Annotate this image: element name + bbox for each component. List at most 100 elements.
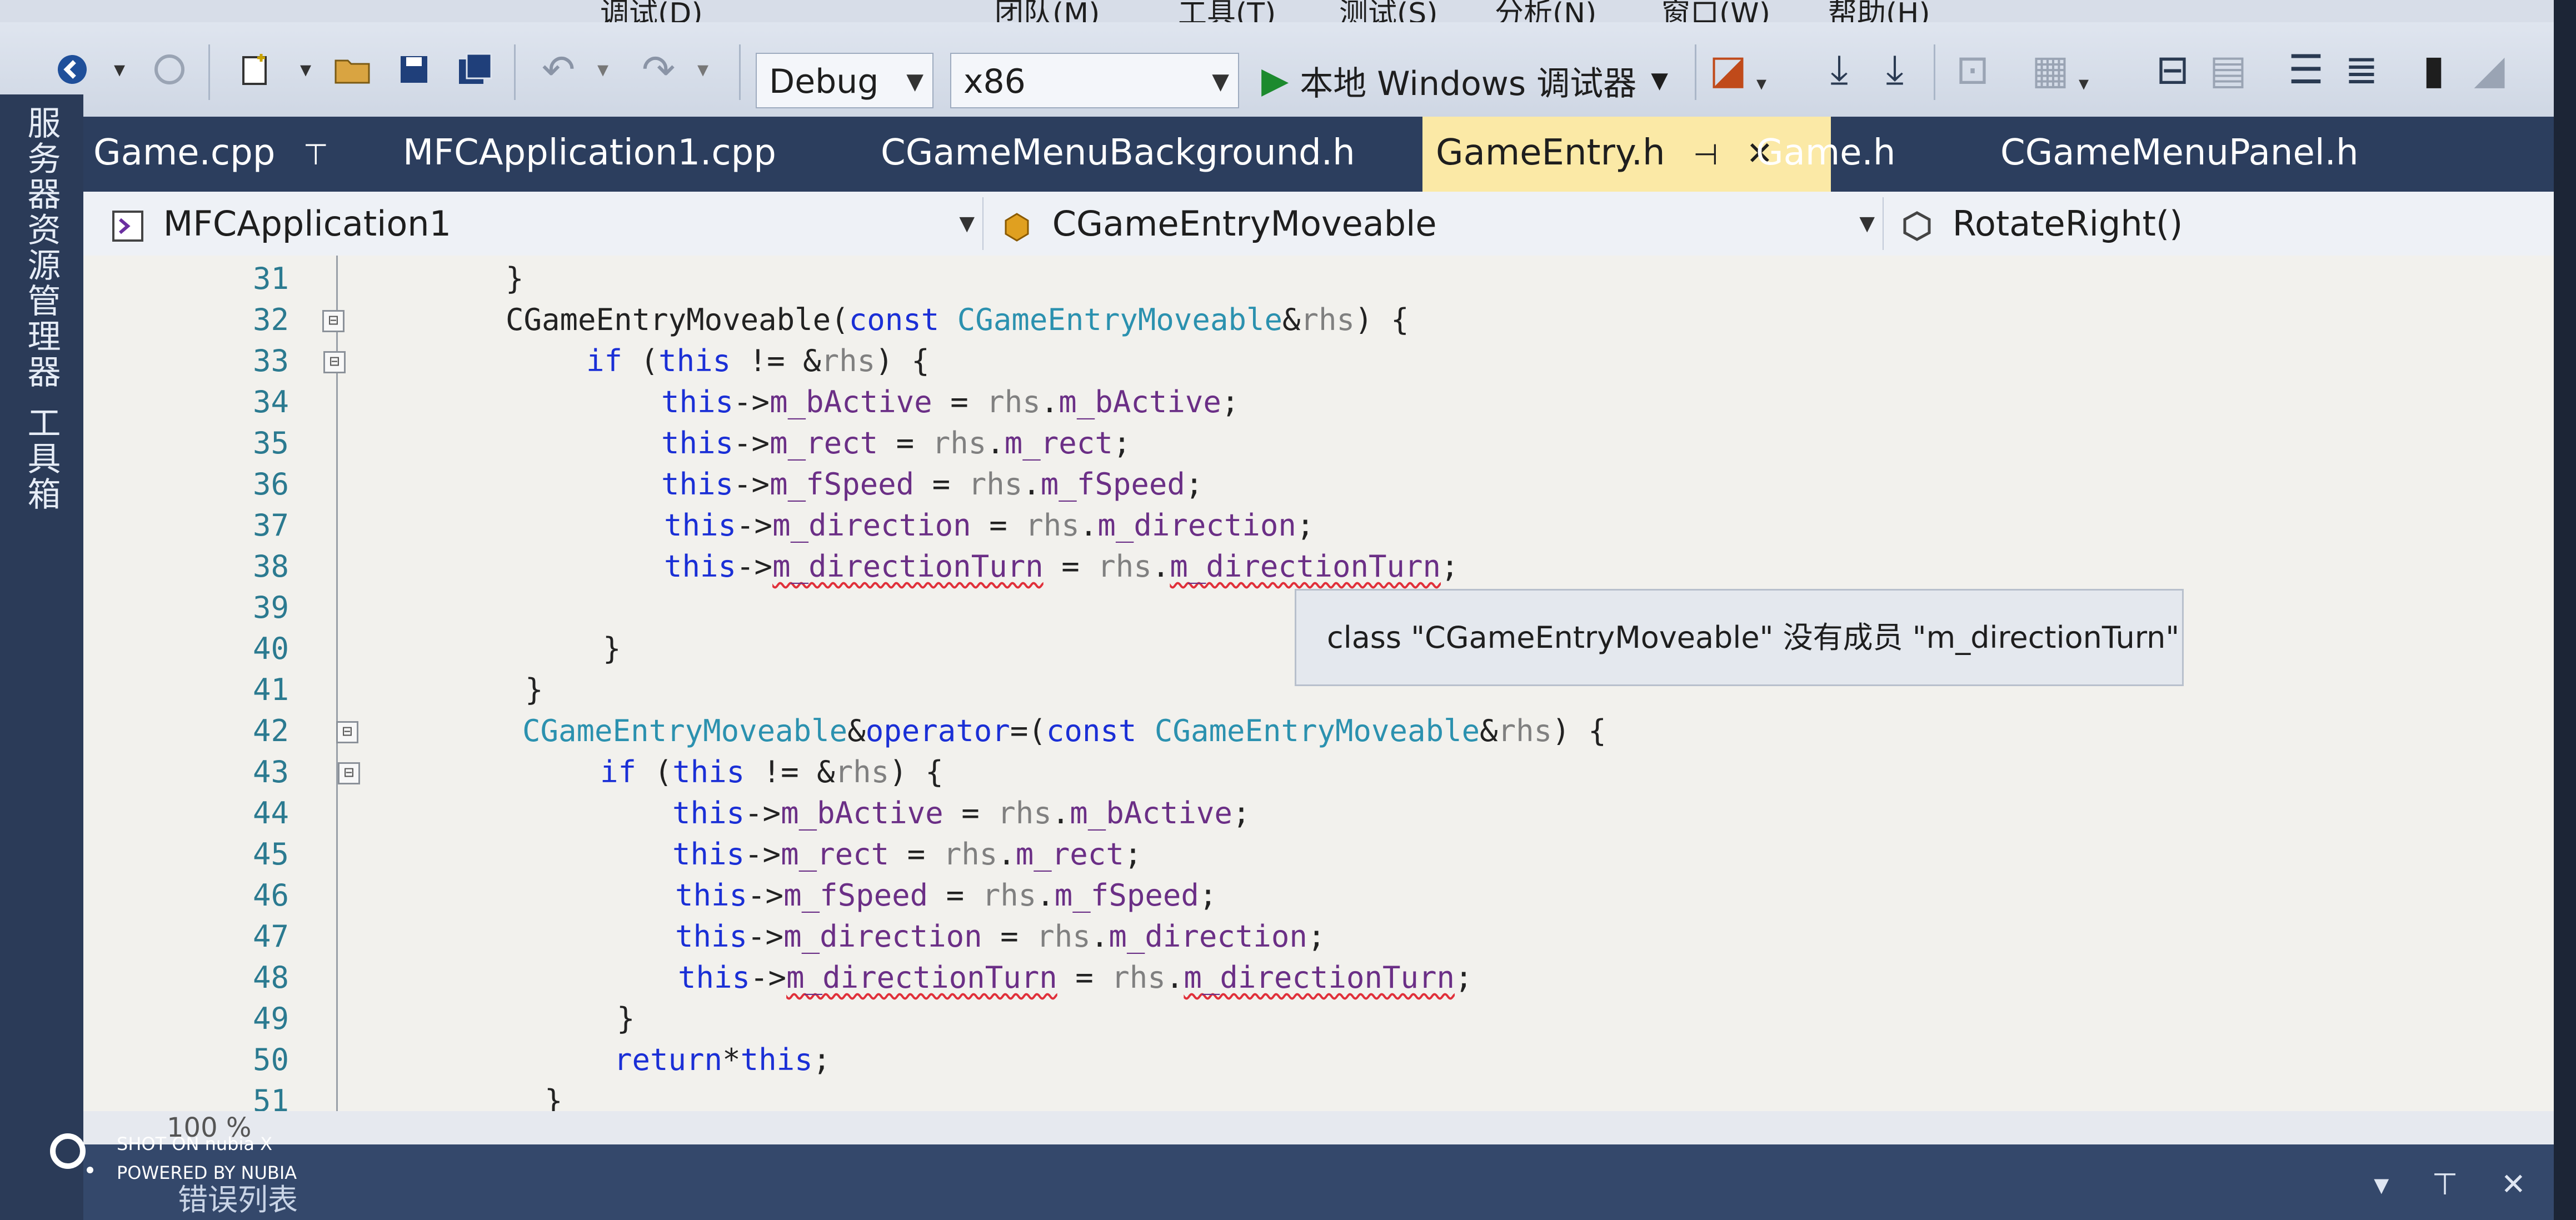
platform-select[interactable]: x86 ▼ (950, 53, 1239, 108)
line-number: 47 (252, 919, 289, 954)
code-token: ; (1307, 919, 1326, 954)
collapse-icon[interactable]: ⊟ (338, 762, 360, 784)
code-token: this (664, 508, 737, 543)
code-line[interactable]: 31} (83, 259, 2576, 299)
tab-game-h[interactable]: Game.h (1756, 117, 1895, 192)
tab-cgamemenupanel-h[interactable]: CGameMenuPanel.h (2000, 117, 2359, 192)
code-token: != & (745, 754, 835, 789)
window-icon[interactable]: ▤ (2206, 39, 2250, 100)
tab-cgamemenubackground-h[interactable]: CGameMenuBackground.h (881, 117, 1355, 192)
code-token: } (617, 1001, 635, 1036)
code-token: rhs (1111, 960, 1166, 995)
code-text: this->m_direction = rhs.m_direction; (664, 506, 1314, 546)
code-token: rhs (943, 837, 998, 872)
code-line[interactable]: 46 this->m_fSpeed = rhs.m_fSpeed; (83, 876, 2576, 916)
code-token: m_bActive (1059, 384, 1221, 419)
code-token: ; (1455, 960, 1473, 995)
line-number: 44 (252, 796, 289, 831)
overflow-dropdown-icon[interactable]: ▾ (2073, 61, 2095, 106)
code-token: ; (1296, 508, 1315, 543)
step-over-icon[interactable]: ⤓ (1873, 39, 1917, 100)
code-token: -> (747, 878, 784, 913)
next-bookmark-icon[interactable]: ◢ (2467, 39, 2512, 100)
bookmark-icon[interactable]: ▮ (2412, 39, 2456, 100)
pin-icon[interactable]: ⊤ (303, 138, 328, 172)
code-line[interactable]: 43 ⊟ if (this != &rhs) { (83, 752, 2576, 792)
method-icon (1903, 211, 1931, 241)
toolbox-tab[interactable]: 工具箱 (21, 406, 66, 512)
code-text: if (this != &rhs) { (586, 341, 930, 381)
code-line[interactable]: 37 this->m_direction = rhs.m_direction; (83, 506, 2576, 546)
code-line[interactable]: 36 this->m_fSpeed = rhs.m_fSpeed; (83, 464, 2576, 504)
tab-game-cpp[interactable]: Game.cpp ⊤ (93, 117, 328, 192)
breakpoint-icon[interactable]: ⊡ (1950, 39, 1995, 100)
code-token: ; (1199, 878, 1217, 913)
start-debugging-button[interactable]: ▶ 本地 Windows 调试器 ▼ (1261, 53, 1668, 108)
code-token: ; (1232, 796, 1251, 831)
code-token: = (943, 796, 998, 831)
configuration-value: Debug (769, 62, 879, 101)
code-line[interactable]: 45 this->m_rect = rhs.m_rect; (83, 834, 2576, 874)
new-project-icon[interactable] (233, 39, 278, 100)
panel-window-buttons[interactable]: ▾ ⊤ ✕ (2374, 1167, 2543, 1202)
project-dropdown[interactable]: MFCApplication1 ▼ (94, 197, 984, 250)
member-dropdown[interactable]: RotateRight() (1884, 197, 2550, 250)
line-number: 33 (252, 343, 289, 378)
back-dropdown-icon[interactable]: ▾ (108, 39, 131, 100)
format-icon[interactable]: ⊟ (2150, 39, 2195, 100)
new-dropdown-icon[interactable]: ▾ (294, 39, 317, 100)
find-icon[interactable]: ◪ (1706, 39, 1750, 100)
code-line[interactable]: 34 this->m_bActive = rhs.m_bActive; (83, 382, 2576, 422)
uncomment-icon[interactable]: ≣ (2339, 39, 2384, 100)
code-line[interactable]: 50 return*this; (83, 1040, 2576, 1080)
tab-mfcapplication1-cpp[interactable]: MFCApplication1.cpp (403, 117, 776, 192)
save-all-icon[interactable] (453, 39, 497, 100)
line-number: 50 (252, 1042, 289, 1077)
bottom-panel (83, 1144, 2576, 1220)
code-token: ; (812, 1042, 831, 1077)
code-token: CGameEntryMoveable (1154, 713, 1480, 748)
code-line[interactable]: 44 this->m_bActive = rhs.m_bActive; (83, 793, 2576, 833)
code-token: m_direction (1109, 919, 1307, 954)
code-line[interactable]: 32 ⊟ CGameEntryMoveable(const CGameEntryMo… (83, 300, 2576, 340)
code-line[interactable]: 47 this->m_direction = rhs.m_direction; (83, 917, 2576, 957)
code-line[interactable]: 35 this->m_rect = rhs.m_rect; (83, 423, 2576, 463)
configuration-select[interactable]: Debug ▼ (756, 53, 933, 108)
code-line[interactable]: 38 this->m_directionTurn = rhs.m_directio… (83, 547, 2576, 587)
code-line[interactable]: 42 ⊟ CGameEntryMoveable&operator=(const CG… (83, 711, 2576, 751)
undo-icon[interactable]: ↶ (536, 39, 581, 100)
line-number: 36 (252, 467, 289, 502)
step-into-icon[interactable]: ⤓ (1817, 39, 1861, 100)
code-token: m_rect (1015, 837, 1124, 872)
redo-icon[interactable]: ↷ (636, 39, 681, 100)
redo-dropdown-icon[interactable]: ▾ (692, 39, 714, 100)
code-token: CGameEntryMoveable (522, 713, 848, 748)
server-explorer-tab[interactable]: 服务器资源管理器 (21, 106, 66, 390)
chevron-down-icon: ▼ (1212, 69, 1229, 94)
code-token: rhs (821, 343, 876, 378)
code-line[interactable]: 33 ⊟ if (this != &rhs) { (83, 341, 2576, 381)
comment-icon[interactable]: ☰ (2284, 39, 2328, 100)
code-editor[interactable]: 31} 32 ⊟ CGameEntryMoveable(const CGameEntr… (83, 256, 2576, 1144)
pin-icon[interactable]: ⊣ (1693, 138, 1718, 172)
horizontal-scrollbar[interactable] (83, 1111, 2576, 1144)
code-token: . (986, 426, 1005, 461)
line-number: 45 (252, 837, 289, 872)
collapse-icon[interactable]: ⊟ (322, 310, 345, 332)
grid-icon[interactable]: ▦ (2028, 39, 2073, 100)
overflow-dropdown-icon[interactable]: ▾ (1750, 61, 1773, 106)
code-token: ; (1185, 467, 1204, 502)
code-line[interactable]: 48 this->m_directionTurn = rhs.m_directio… (83, 958, 2576, 998)
save-icon[interactable] (392, 39, 436, 100)
forward-icon[interactable] (147, 39, 192, 100)
collapse-icon[interactable]: ⊟ (336, 721, 358, 743)
collapse-icon[interactable]: ⊟ (323, 351, 346, 373)
open-icon[interactable] (328, 39, 378, 100)
code-token: rhs (1036, 919, 1091, 954)
back-icon[interactable] (50, 39, 94, 100)
undo-dropdown-icon[interactable]: ▾ (592, 39, 614, 100)
code-token: m_bActive (770, 384, 932, 419)
class-dropdown[interactable]: CGameEntryMoveable ▼ (984, 197, 1884, 250)
code-token: this (661, 384, 734, 419)
code-line[interactable]: 49} (83, 999, 2576, 1039)
